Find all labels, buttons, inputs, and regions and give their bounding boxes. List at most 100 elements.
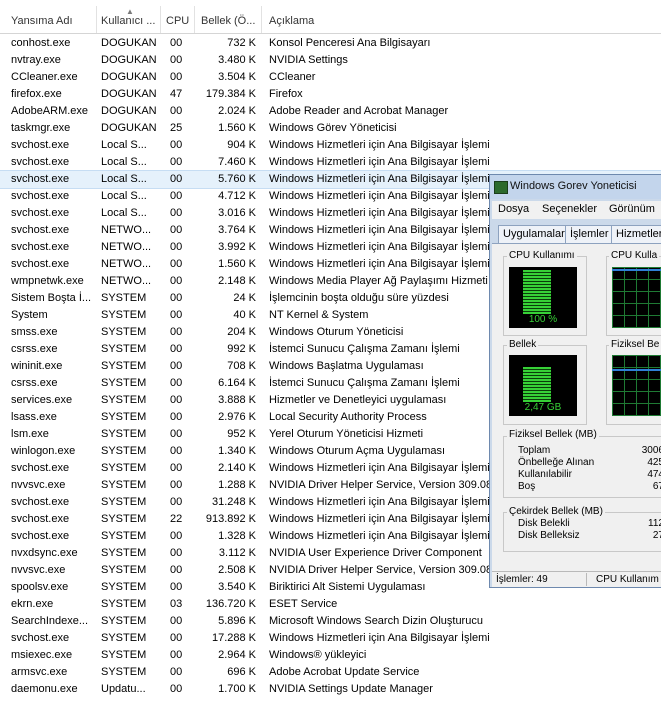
cpu-cell: 00 bbox=[170, 547, 183, 559]
cpu-cell: 00 bbox=[170, 343, 183, 355]
table-row[interactable]: taskmgr.exe DOGUKAN 25 1.560 K Windows Görev… bbox=[0, 120, 661, 137]
column-header-memory[interactable]: Bellek (Ö... bbox=[195, 6, 262, 33]
stat-label: Boş bbox=[518, 481, 536, 492]
menu-options[interactable]: Seçenekler bbox=[542, 203, 597, 215]
memory-cell: 3.888 K bbox=[218, 394, 256, 406]
description-cell: Adobe Acrobat Update Service bbox=[269, 666, 420, 678]
process-name-cell: services.exe bbox=[11, 394, 73, 406]
task-manager-titlebar[interactable]: Windows Gorev Yoneticisi bbox=[490, 175, 661, 199]
cpu-cell: 00 bbox=[170, 190, 183, 202]
memory-cell: 136.720 K bbox=[205, 598, 256, 610]
memory-cell: 696 K bbox=[227, 666, 256, 678]
cpu-cell: 00 bbox=[170, 207, 183, 219]
user-name-cell: SYSTEM bbox=[101, 564, 147, 576]
user-name-cell: SYSTEM bbox=[101, 360, 147, 372]
task-manager-tabs: Uygulamalar İşlemler Hizmetler bbox=[492, 223, 661, 243]
process-name-cell: lsass.exe bbox=[11, 411, 57, 423]
table-row[interactable]: ekrn.exe SYSTEM 03 136.720 K ESET Service bbox=[0, 596, 661, 613]
stat-value: 27 bbox=[652, 530, 661, 541]
process-name-cell: System bbox=[11, 309, 48, 321]
kernel-memory-stats: Disk Belekli 112 Disk Belleksiz 27 bbox=[518, 518, 661, 548]
memory-cell: 913.892 K bbox=[205, 513, 256, 525]
user-name-cell: DOGUKAN bbox=[101, 37, 157, 49]
table-row[interactable]: conhost.exe DOGUKAN 00 732 K Konsol Penceres… bbox=[0, 35, 661, 52]
physical-memory-history-line bbox=[612, 369, 661, 371]
user-name-cell: Local S... bbox=[101, 156, 147, 168]
process-name-cell: taskmgr.exe bbox=[11, 122, 71, 134]
process-name-cell: firefox.exe bbox=[11, 88, 62, 100]
stat-value: 67 bbox=[652, 481, 661, 492]
cpu-cell: 03 bbox=[170, 598, 183, 610]
tab-processes[interactable]: İşlemler bbox=[565, 225, 614, 243]
cpu-cell: 00 bbox=[170, 156, 183, 168]
process-name-cell: Sistem Boşta İ... bbox=[11, 292, 92, 304]
process-name-cell: csrss.exe bbox=[11, 377, 58, 389]
memory-cell: 904 K bbox=[227, 139, 256, 151]
table-row[interactable]: SearchIndexe... SYSTEM 00 5.896 K Microsoft … bbox=[0, 613, 661, 630]
cpu-cell: 00 bbox=[170, 632, 183, 644]
memory-cell: 17.288 K bbox=[211, 632, 256, 644]
status-separator bbox=[586, 573, 587, 586]
status-cpu-usage: CPU Kullanım bbox=[596, 574, 659, 585]
description-cell: Windows Hizmetleri için Ana Bilgisayar İ… bbox=[269, 139, 490, 151]
column-header-cpu-label: CPU bbox=[166, 15, 190, 27]
user-name-cell: SYSTEM bbox=[101, 598, 147, 610]
process-name-cell: armsvc.exe bbox=[11, 666, 68, 678]
table-row[interactable]: svchost.exe Local S... 00 7.460 K Windows Hi… bbox=[0, 154, 661, 171]
table-row[interactable]: firefox.exe DOGUKAN 47 179.384 K Firefox bbox=[0, 86, 661, 103]
user-name-cell: NETWO... bbox=[101, 275, 152, 287]
cpu-history-line bbox=[612, 269, 661, 271]
memory-usage-bar bbox=[523, 367, 551, 402]
cpu-usage-meter: 100 % bbox=[509, 267, 577, 328]
menu-file[interactable]: Dosya bbox=[498, 203, 529, 215]
memory-cell: 2.964 K bbox=[218, 649, 256, 661]
stat-value: 425 bbox=[647, 457, 661, 468]
table-row[interactable]: AdobeARM.exe DOGUKAN 00 2.024 K Adobe Reader… bbox=[0, 103, 661, 120]
physical-memory-history-graph bbox=[612, 355, 661, 416]
process-name-cell: svchost.exe bbox=[11, 156, 70, 168]
cpu-cell: 00 bbox=[170, 37, 183, 49]
user-name-cell: Local S... bbox=[101, 190, 147, 202]
user-name-cell: SYSTEM bbox=[101, 411, 147, 423]
cpu-cell: 00 bbox=[170, 275, 183, 287]
memory-label: Bellek bbox=[507, 339, 539, 350]
task-manager-title: Windows Gorev Yoneticisi bbox=[510, 180, 637, 192]
table-row[interactable]: svchost.exe SYSTEM 00 17.288 K Windows Hizme… bbox=[0, 630, 661, 647]
process-name-cell: svchost.exe bbox=[11, 207, 70, 219]
cpu-cell: 00 bbox=[170, 71, 183, 83]
user-name-cell: Local S... bbox=[101, 173, 147, 185]
table-row[interactable]: CCleaner.exe DOGUKAN 00 3.504 K CCleaner bbox=[0, 69, 661, 86]
column-header-cpu[interactable]: CPU bbox=[161, 6, 195, 33]
menu-view[interactable]: Görünüm bbox=[609, 203, 655, 215]
memory-cell: 992 K bbox=[227, 343, 256, 355]
memory-cell: 5.896 K bbox=[218, 615, 256, 627]
column-header-name[interactable]: Yansıma Adı bbox=[0, 6, 97, 33]
memory-cell: 952 K bbox=[227, 428, 256, 440]
process-name-cell: AdobeARM.exe bbox=[11, 105, 89, 117]
description-cell: ESET Service bbox=[269, 598, 338, 610]
process-name-cell: svchost.exe bbox=[11, 190, 70, 202]
table-row[interactable]: svchost.exe Local S... 00 904 K Windows Hizm… bbox=[0, 137, 661, 154]
process-name-cell: spoolsv.exe bbox=[11, 581, 69, 593]
table-row[interactable]: daemonu.exe Updatu... 00 1.700 K NVIDIA Sett… bbox=[0, 681, 661, 698]
sort-ascending-icon: ▲ bbox=[126, 7, 134, 16]
task-manager-window[interactable]: Windows Gorev Yoneticisi Dosya Seçenekle… bbox=[489, 174, 661, 588]
tab-services[interactable]: Hizmetler bbox=[611, 225, 661, 243]
cpu-usage-label: CPU Kullanımı bbox=[507, 250, 577, 261]
process-name-cell: svchost.exe bbox=[11, 258, 70, 270]
table-row[interactable]: armsvc.exe SYSTEM 00 696 K Adobe Acrobat Upd… bbox=[0, 664, 661, 681]
user-name-cell: DOGUKAN bbox=[101, 88, 157, 100]
memory-cell: 2.148 K bbox=[218, 275, 256, 287]
status-process-count: İşlemler: 49 bbox=[496, 574, 548, 585]
cpu-usage-value: 100 % bbox=[528, 314, 558, 325]
column-header-description[interactable]: Açıklama bbox=[262, 6, 661, 33]
memory-cell: 3.764 K bbox=[218, 224, 256, 236]
user-name-cell: SYSTEM bbox=[101, 615, 147, 627]
table-row[interactable]: msiexec.exe SYSTEM 00 2.964 K Windows® yükle… bbox=[0, 647, 661, 664]
process-name-cell: nvvsvc.exe bbox=[11, 564, 66, 576]
cpu-cell: 47 bbox=[170, 88, 183, 100]
memory-cell: 7.460 K bbox=[218, 156, 256, 168]
tab-applications[interactable]: Uygulamalar bbox=[498, 225, 570, 243]
table-row[interactable]: nvtray.exe DOGUKAN 00 3.480 K NVIDIA Setting… bbox=[0, 52, 661, 69]
user-name-cell: SYSTEM bbox=[101, 632, 147, 644]
